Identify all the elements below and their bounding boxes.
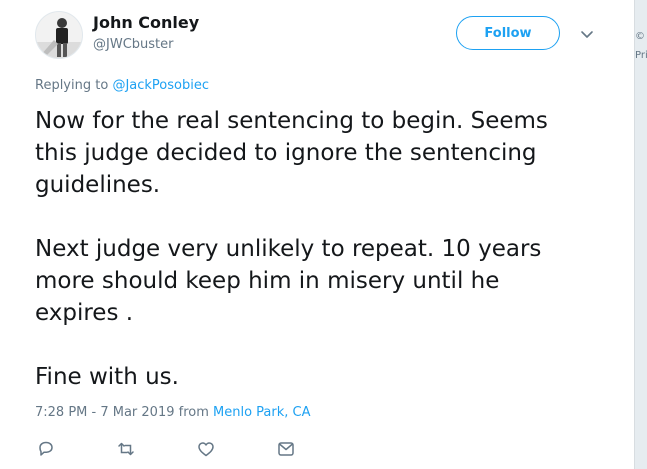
avatar-photo-icon — [36, 12, 82, 58]
tweet-line: guidelines. — [35, 172, 161, 198]
tweet-line: Next judge very unlikely to repeat. 10 y… — [35, 236, 542, 262]
reply-icon[interactable] — [35, 438, 57, 460]
tweet-line: Fine with us. — [35, 364, 179, 390]
sidebar-edge: © Pri — [634, 0, 647, 469]
tweet-line: Now for the real sentencing to begin. Se… — [35, 108, 548, 134]
action-bar — [35, 438, 335, 460]
reply-context: Replying to @JackPosobiec — [35, 78, 209, 93]
retweet-icon[interactable] — [115, 438, 137, 460]
reply-context-prefix: Replying to — [35, 78, 113, 93]
reply-mention-link[interactable]: @JackPosobiec — [112, 78, 209, 93]
tweet-line: more should keep him in misery until he — [35, 268, 500, 294]
avatar[interactable] — [35, 11, 83, 59]
tweet-card: John Conley @JWCbuster Follow Replying t… — [0, 0, 634, 469]
follow-button[interactable]: Follow — [456, 16, 560, 50]
tweet-line: this judge decided to ignore the sentenc… — [35, 140, 537, 166]
tweet-line: expires . — [35, 300, 134, 326]
sidebar-fragment: © — [635, 31, 645, 42]
tweet-timestamp: 7:28 PM - 7 Mar 2019 from Menlo Park, CA — [35, 405, 311, 420]
tweet-text: Now for the real sentencing to begin. Se… — [35, 105, 615, 393]
author-handle[interactable]: @JWCbuster — [93, 37, 173, 52]
timestamp-text[interactable]: 7:28 PM - 7 Mar 2019 from — [35, 405, 213, 420]
chevron-down-icon[interactable] — [578, 25, 596, 43]
author-name[interactable]: John Conley — [93, 13, 199, 32]
like-icon[interactable] — [195, 438, 217, 460]
message-icon[interactable] — [275, 438, 297, 460]
location-link[interactable]: Menlo Park, CA — [213, 405, 310, 420]
sidebar-fragment: Pri — [635, 50, 647, 61]
